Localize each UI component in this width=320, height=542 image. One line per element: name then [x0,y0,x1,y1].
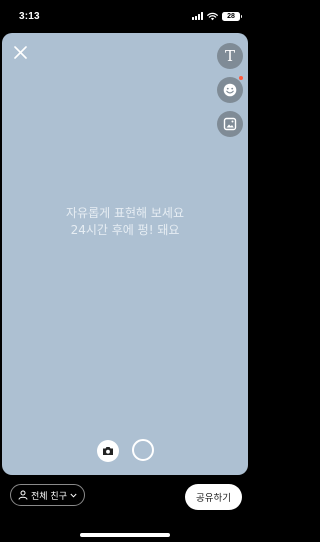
close-icon [13,45,27,59]
camera-icon [103,447,113,455]
photo-tool-button[interactable] [217,111,243,137]
chevron-down-icon [70,493,77,498]
battery-icon: 28 [222,11,242,21]
sticker-tool-button[interactable] [217,76,243,103]
text-tool-button[interactable]: T [217,43,243,69]
text-icon: T [224,46,235,65]
status-bar: 3:13 28 [0,0,250,30]
signal-icon [192,12,203,20]
story-canvas[interactable]: T 자유롭게 표현해 보세요 24시간 후에 펑! 돼요 [2,33,248,475]
background-color-button[interactable] [132,439,154,461]
camera-button[interactable] [97,440,119,462]
photo-sticker-icon [223,117,237,131]
audience-selector[interactable]: 전체 친구 [10,484,85,506]
person-icon [18,490,28,500]
new-badge-dot [239,76,243,80]
prompt-line-1: 자유롭게 표현해 보세요 [65,206,185,220]
canvas-prompt: 자유롭게 표현해 보세요 24시간 후에 펑! 돼요 [2,205,248,239]
share-button[interactable]: 공유하기 [185,484,242,510]
smiley-icon [223,83,237,97]
status-time: 3:13 [19,11,40,22]
prompt-line-2: 24시간 후에 펑! 돼요 [70,223,180,237]
status-icons: 28 [192,11,242,21]
home-indicator [80,533,170,537]
audience-label: 전체 친구 [31,491,67,502]
wifi-icon [207,12,218,20]
close-button[interactable] [11,43,29,61]
